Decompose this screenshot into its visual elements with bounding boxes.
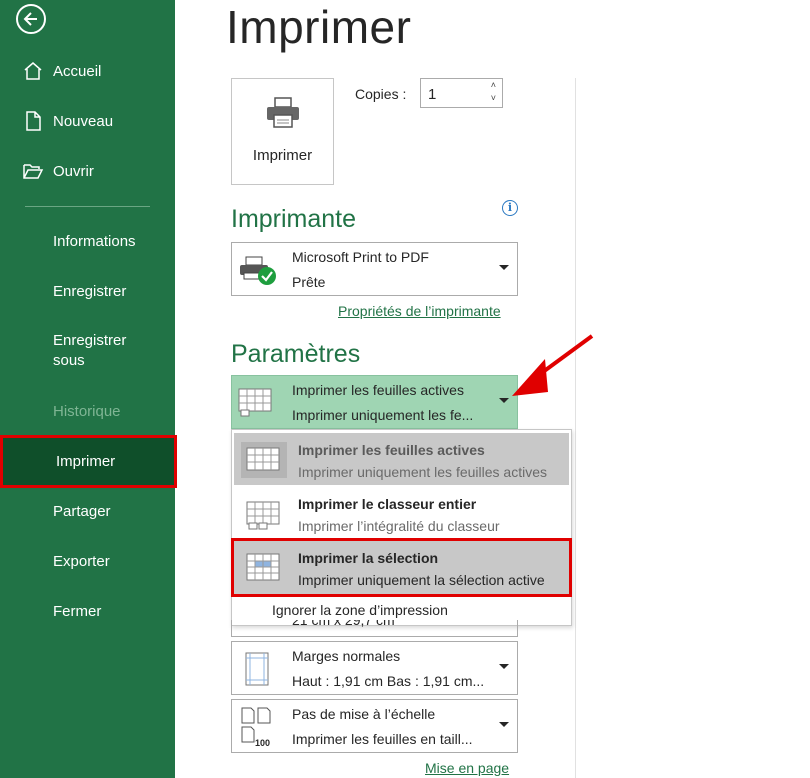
sheet-grid-icon: [238, 388, 272, 417]
menu-item-title: Imprimer le classeur entier: [298, 496, 477, 512]
printer-ready-icon: [240, 256, 276, 285]
menu-item-entire-workbook[interactable]: Imprimer le classeur entier Imprimer l’i…: [234, 487, 569, 539]
sidebar-item-label: Accueil: [53, 62, 102, 80]
printer-name: Microsoft Print to PDF: [292, 249, 429, 265]
print-what-line2: Imprimer uniquement les fe...: [292, 407, 474, 423]
sidebar-item-label: Nouveau: [53, 112, 114, 130]
copies-value: 1: [428, 86, 437, 103]
chevron-down-icon: [499, 265, 509, 270]
margins-dropdown[interactable]: Marges normales Haut : 1,91 cm Bas : 1,9…: [231, 641, 518, 695]
menu-item-desc: Imprimer uniquement les feuilles actives: [298, 464, 547, 480]
sidebar-item-label: Historique: [53, 402, 121, 420]
scaling-line1: Pas de mise à l’échelle: [292, 706, 436, 722]
menu-item-desc: Imprimer uniquement la sélection active: [298, 572, 545, 588]
svg-text:100: 100: [255, 738, 270, 748]
sidebar-item-label: Imprimer: [56, 453, 116, 470]
sidebar-item-enregistrer[interactable]: Enregistrer: [0, 268, 175, 314]
backstage-sidebar: Accueil Nouveau Ouvrir Informations Enre…: [0, 0, 177, 778]
info-icon[interactable]: i: [502, 200, 518, 216]
no-scaling-icon: 100: [241, 707, 271, 748]
sidebar-item-label: Ouvrir: [53, 162, 94, 180]
sidebar-item-label: Enregistrer sous: [53, 332, 127, 369]
sidebar-item-nouveau[interactable]: Nouveau: [0, 98, 175, 144]
sidebar-item-accueil[interactable]: Accueil: [0, 48, 175, 94]
workbook-icon: [246, 501, 280, 530]
printer-heading: Imprimante: [231, 205, 357, 233]
sidebar-item-fermer[interactable]: Fermer: [0, 588, 175, 634]
sidebar-item-ouvrir[interactable]: Ouvrir: [0, 148, 175, 194]
sidebar-item-exporter[interactable]: Exporter: [0, 538, 175, 584]
chevron-down-icon: [499, 398, 509, 403]
copies-stepper[interactable]: 1 ˄ ˅: [420, 78, 503, 108]
margins-line1: Marges normales: [292, 648, 401, 664]
menu-item-title: Imprimer les feuilles actives: [298, 442, 485, 458]
printer-icon: [267, 97, 299, 128]
print-what-line1: Imprimer les feuilles actives: [292, 382, 464, 398]
chevron-down-icon: [499, 664, 509, 669]
scaling-dropdown[interactable]: 100 Pas de mise à l’échelle Imprimer les…: [231, 699, 518, 753]
sidebar-item-partager[interactable]: Partager: [0, 488, 175, 534]
sidebar-item-enregistrer-sous[interactable]: Enregistrer sous: [0, 328, 175, 374]
page-setup-link[interactable]: Mise en page: [425, 760, 509, 776]
sidebar-item-informations[interactable]: Informations: [0, 218, 175, 264]
margins-icon: [245, 652, 269, 686]
sidebar-item-label: Partager: [53, 502, 111, 520]
new-document-icon: [26, 111, 41, 131]
folder-open-icon: [23, 164, 44, 179]
print-what-menu: Imprimer les feuilles actives Imprimer u…: [231, 429, 572, 626]
sidebar-item-imprimer[interactable]: Imprimer: [0, 435, 177, 488]
print-what-dropdown[interactable]: Imprimer les feuilles actives Imprimer u…: [231, 375, 518, 429]
sidebar-item-label: Informations: [53, 232, 136, 250]
menu-item-active-sheets[interactable]: Imprimer les feuilles actives Imprimer u…: [234, 433, 569, 485]
menu-item-selection[interactable]: Imprimer la sélection Imprimer uniquemen…: [231, 538, 572, 597]
column-divider: [575, 78, 576, 778]
ignore-print-area-option[interactable]: Ignorer la zone d’impression: [272, 602, 448, 618]
home-icon: [24, 62, 42, 80]
spin-up-icon[interactable]: ˄: [491, 80, 496, 90]
margins-line2: Haut : 1,91 cm Bas : 1,91 cm...: [292, 673, 485, 689]
selection-grid-icon: [246, 553, 280, 581]
sidebar-item-label: Fermer: [53, 602, 102, 620]
scaling-line2: Imprimer les feuilles en taill...: [292, 731, 473, 747]
spin-down-icon[interactable]: ˅: [491, 93, 496, 103]
menu-item-desc: Imprimer l’intégralité du classeur: [298, 518, 500, 534]
settings-heading: Paramètres: [231, 340, 361, 368]
printer-status: Prête: [292, 274, 326, 290]
copies-label: Copies :: [355, 86, 407, 102]
sidebar-item-label: Enregistrer: [53, 282, 127, 300]
page-title: Imprimer: [226, 1, 412, 53]
menu-item-title: Imprimer la sélection: [298, 550, 439, 566]
printer-dropdown[interactable]: Microsoft Print to PDF Prête: [231, 242, 518, 296]
chevron-down-icon: [499, 722, 509, 727]
print-button-label: Imprimer: [252, 147, 313, 164]
paper-size-text: 21 cm x 29,7 cm: [292, 620, 395, 628]
printer-properties-link[interactable]: Propriétés de l’imprimante: [338, 303, 501, 319]
active-sheets-icon: [241, 442, 287, 478]
sidebar-divider: [25, 206, 150, 207]
sidebar-item-historique: Historique: [0, 388, 175, 434]
print-button[interactable]: Imprimer: [231, 78, 334, 185]
paper-size-dropdown[interactable]: 21 cm x 29,7 cm: [231, 620, 518, 637]
back-arrow-icon[interactable]: [16, 4, 46, 34]
sidebar-item-label: Exporter: [53, 552, 110, 570]
